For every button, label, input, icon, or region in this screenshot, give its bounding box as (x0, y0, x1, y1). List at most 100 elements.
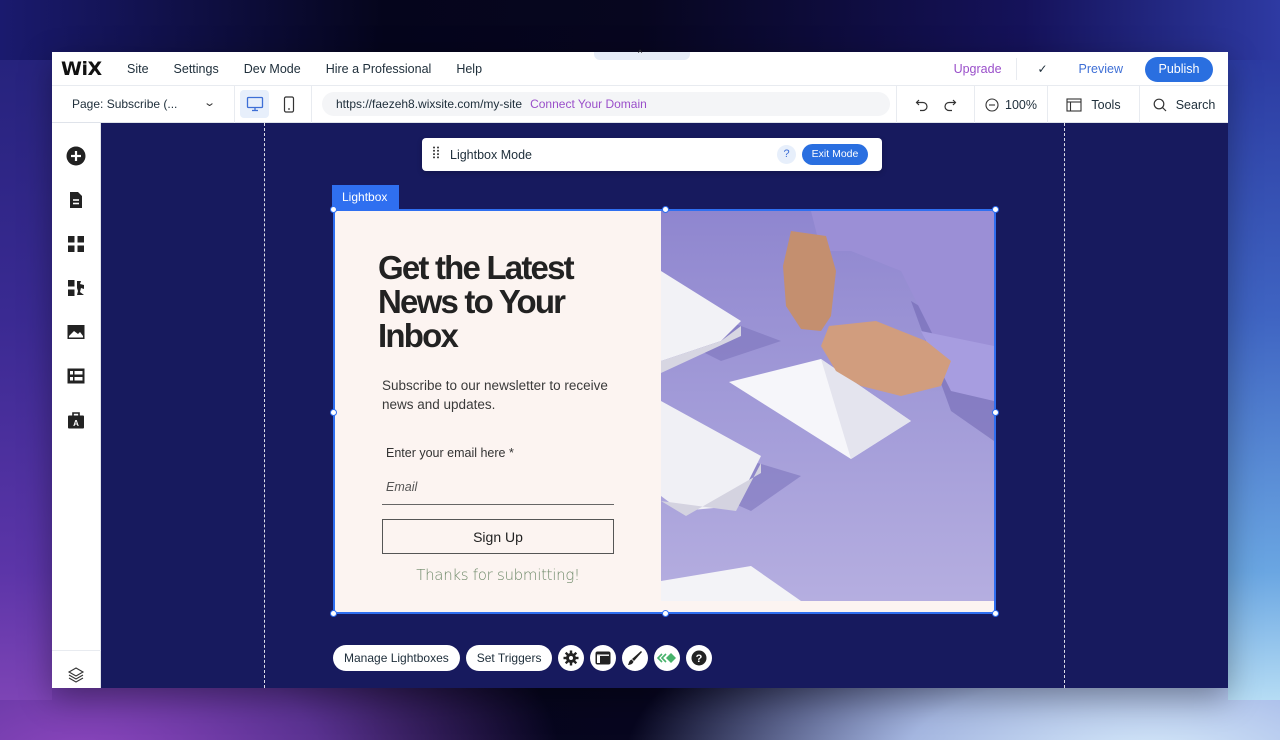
help-icon[interactable]: ? (777, 145, 796, 164)
right-gridline (1064, 123, 1065, 688)
layout-icon (595, 651, 611, 664)
lightbox-content: Get the Latest News to Your Inbox Subscr… (335, 211, 662, 611)
resize-handle-bottom[interactable] (662, 610, 669, 617)
animation-icon (657, 652, 677, 663)
zoom-out-icon (985, 97, 999, 112)
menu-settings[interactable]: Settings (174, 62, 219, 76)
image-icon (67, 325, 85, 339)
resize-handle-right[interactable] (992, 409, 999, 416)
lightbox-mode-title: Lightbox Mode (450, 147, 533, 162)
toolbar-right: 100% Tools Search (896, 86, 1228, 123)
editor-toolbar: Page: Subscribe (... ⌄ https://faezeh8.w… (52, 85, 1228, 123)
design-button[interactable] (66, 234, 86, 254)
tools-icon (1066, 97, 1082, 112)
zoom-control[interactable]: 100% (974, 86, 1047, 123)
cms-button[interactable] (66, 366, 86, 386)
layout-button[interactable] (590, 644, 617, 671)
lightbox-subcopy[interactable]: Subscribe to our newsletter to receive n… (382, 376, 632, 414)
lightbox-headline[interactable]: Get the Latest News to Your Inbox (378, 251, 628, 353)
resize-handle-top-right[interactable] (992, 206, 999, 213)
question-icon: ? (691, 650, 707, 665)
resize-handle-bottom-left[interactable] (330, 610, 337, 617)
page-selector-label: Page: Subscribe (... (72, 97, 178, 111)
editor-canvas[interactable]: Lightbox Mode ? Exit Mode Lightbox Get t… (101, 123, 1228, 688)
grid-icon (68, 236, 84, 252)
undo-icon[interactable] (915, 98, 929, 112)
lightbox-toolbar: Manage Lightboxes Set Triggers ? (333, 644, 713, 671)
menu-hire-professional[interactable]: Hire a Professional (326, 62, 432, 76)
background-right (1228, 60, 1280, 700)
connect-domain-link[interactable]: Connect Your Domain (530, 97, 647, 111)
search-button[interactable]: Search (1139, 86, 1228, 123)
tools-label: Tools (1091, 97, 1121, 112)
menu-help[interactable]: Help (456, 62, 482, 76)
search-icon (1153, 98, 1167, 111)
pages-button[interactable] (66, 190, 86, 210)
publish-button[interactable]: Publish (1145, 56, 1213, 82)
wix-editor-window: WiX Site Settings Dev Mode Hire a Profes… (52, 48, 1228, 688)
wix-logo[interactable]: WiX (61, 58, 127, 80)
menu-dev-mode[interactable]: Dev Mode (244, 62, 301, 76)
desktop-icon (246, 96, 263, 112)
background-left (0, 60, 52, 700)
svg-text:A: A (73, 419, 79, 428)
upgrade-link[interactable]: Upgrade (940, 58, 1017, 80)
design-button[interactable] (622, 644, 649, 671)
business-button[interactable]: A (66, 410, 86, 430)
lightbox-container[interactable]: Get the Latest News to Your Inbox Subscr… (330, 206, 999, 617)
search-label: Search (1175, 97, 1216, 112)
apps-button[interactable] (66, 278, 86, 298)
layers-button[interactable] (66, 665, 86, 685)
page-selector[interactable]: Page: Subscribe (... ⌄ (52, 85, 235, 123)
exit-mode-button[interactable]: Exit Mode (802, 144, 868, 165)
mobile-icon (283, 95, 294, 113)
chevron-down-icon: ⌄ (202, 96, 216, 109)
site-url[interactable]: https://faezeh8.wixsite.com/my-site (336, 97, 522, 111)
resize-handle-left[interactable] (330, 409, 337, 416)
lightbox-mode-bar: Lightbox Mode ? Exit Mode (422, 138, 882, 171)
newsletter-photo[interactable] (661, 211, 994, 601)
animation-button[interactable] (654, 644, 681, 671)
resize-handle-bottom-right[interactable] (992, 610, 999, 617)
mobile-view-button[interactable] (274, 90, 303, 118)
menu-site[interactable]: Site (127, 62, 149, 76)
settings-button[interactable] (558, 644, 585, 671)
add-elements-button[interactable] (66, 146, 86, 166)
sign-up-button[interactable]: Sign Up (382, 519, 614, 554)
set-triggers-button[interactable]: Set Triggers (465, 644, 553, 671)
saved-check-icon: ✓ (1037, 62, 1048, 76)
briefcase-icon: A (68, 412, 84, 429)
resize-handle-top-left[interactable] (330, 206, 337, 213)
media-button[interactable] (66, 322, 86, 342)
brush-icon (628, 650, 643, 665)
lightbox-tag[interactable]: Lightbox (332, 185, 399, 209)
puzzle-icon (68, 280, 84, 296)
gear-icon (563, 650, 579, 665)
email-input[interactable] (382, 469, 614, 505)
collapse-topbar-button[interactable]: ^ (594, 48, 690, 60)
divider (311, 85, 312, 123)
divider (52, 650, 101, 651)
plus-circle-icon (66, 146, 86, 166)
envelopes-hands-image (661, 211, 994, 601)
preview-button[interactable]: Preview (1069, 62, 1145, 76)
zoom-level: 100% (1005, 97, 1037, 112)
top-bar: WiX Site Settings Dev Mode Hire a Profes… (52, 48, 1228, 86)
redo-icon[interactable] (943, 98, 957, 112)
undo-redo-group (896, 86, 974, 123)
tools-button[interactable]: Tools (1047, 86, 1139, 123)
resize-handle-top[interactable] (662, 206, 669, 213)
email-label: Enter your email here * (386, 446, 514, 460)
left-gridline (264, 123, 265, 688)
table-icon (67, 368, 85, 384)
drag-handle[interactable] (422, 146, 450, 164)
manage-lightboxes-button[interactable]: Manage Lightboxes (333, 644, 460, 671)
svg-text:?: ? (696, 653, 703, 665)
desktop-view-button[interactable] (240, 90, 269, 118)
layers-icon (67, 667, 85, 683)
left-sidebar: A (52, 123, 101, 688)
top-bar-actions: Upgrade ✓ Preview Publish (940, 52, 1228, 86)
help-button[interactable]: ? (686, 644, 713, 671)
site-url-bar[interactable]: https://faezeh8.wixsite.com/my-site Conn… (322, 92, 890, 116)
thanks-message: Thanks for submitting! (416, 566, 580, 584)
